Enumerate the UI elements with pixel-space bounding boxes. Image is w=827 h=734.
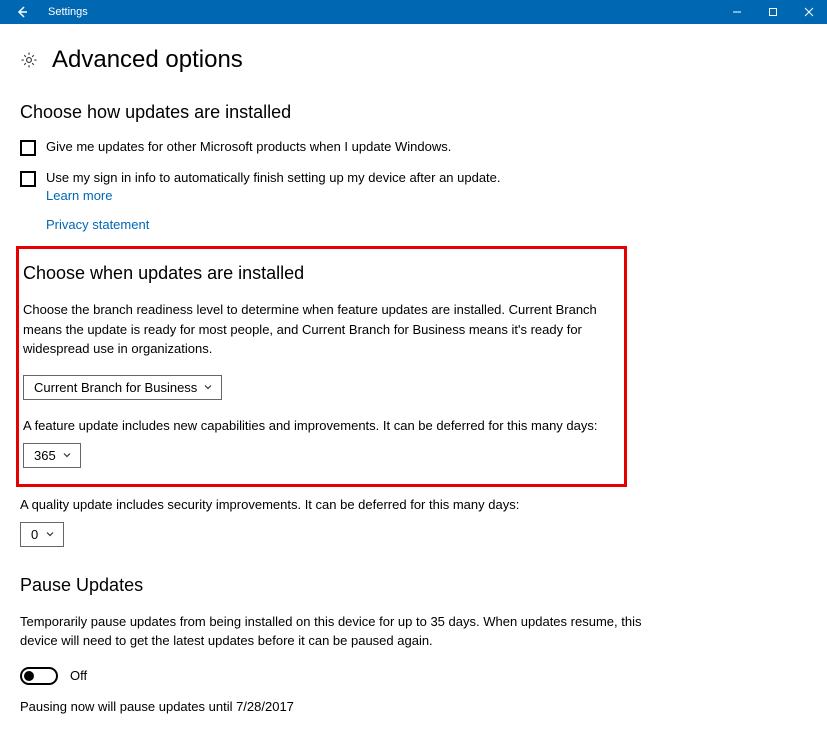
title-bar: Settings	[0, 0, 827, 24]
maximize-icon	[768, 7, 778, 17]
checkbox-signin[interactable]	[20, 171, 36, 187]
section-how-title: Choose how updates are installed	[20, 102, 807, 123]
page-title: Advanced options	[52, 46, 243, 74]
checkbox-row-products: Give me updates for other Microsoft prod…	[20, 139, 807, 156]
back-arrow-icon	[14, 4, 30, 20]
page-header: Advanced options	[20, 46, 807, 74]
close-icon	[804, 7, 814, 17]
window-title: Settings	[44, 6, 719, 18]
privacy-statement-link[interactable]: Privacy statement	[46, 217, 807, 232]
minimize-icon	[732, 7, 742, 17]
chevron-down-icon	[62, 450, 72, 460]
checkbox-signin-stack: Use my sign in info to automatically fin…	[46, 170, 501, 203]
learn-more-link[interactable]: Learn more	[46, 188, 501, 203]
section-pause-title: Pause Updates	[20, 575, 807, 596]
content-area: Advanced options Choose how updates are …	[0, 24, 827, 734]
checkbox-ms-products-label: Give me updates for other Microsoft prod…	[46, 139, 451, 156]
branch-dropdown[interactable]: Current Branch for Business	[23, 375, 222, 400]
maximize-button[interactable]	[755, 0, 791, 24]
checkbox-ms-products[interactable]	[20, 140, 36, 156]
feature-defer-value: 365	[34, 448, 56, 463]
quality-defer-dropdown[interactable]: 0	[20, 522, 64, 547]
feature-update-desc: A feature update includes new capabiliti…	[23, 418, 620, 433]
pause-toggle[interactable]	[20, 667, 58, 685]
chevron-down-icon	[45, 529, 55, 539]
chevron-down-icon	[203, 382, 213, 392]
highlight-box: Choose when updates are installed Choose…	[16, 246, 627, 487]
back-button[interactable]	[0, 0, 44, 24]
quality-update-desc: A quality update includes security impro…	[20, 497, 807, 512]
feature-defer-dropdown[interactable]: 365	[23, 443, 81, 468]
checkbox-signin-label: Use my sign in info to automatically fin…	[46, 170, 501, 185]
pause-desc: Temporarily pause updates from being ins…	[20, 612, 660, 651]
titlebar-controls	[719, 0, 827, 24]
gear-icon	[20, 51, 38, 69]
pause-toggle-row: Off	[20, 667, 807, 685]
branch-description: Choose the branch readiness level to det…	[23, 300, 620, 359]
checkbox-row-signin: Use my sign in info to automatically fin…	[20, 170, 807, 203]
pause-toggle-label: Off	[70, 668, 87, 683]
minimize-button[interactable]	[719, 0, 755, 24]
close-button[interactable]	[791, 0, 827, 24]
pause-note: Pausing now will pause updates until 7/2…	[20, 699, 807, 714]
branch-dropdown-value: Current Branch for Business	[34, 380, 197, 395]
section-when-title: Choose when updates are installed	[23, 263, 620, 284]
quality-defer-value: 0	[31, 527, 38, 542]
